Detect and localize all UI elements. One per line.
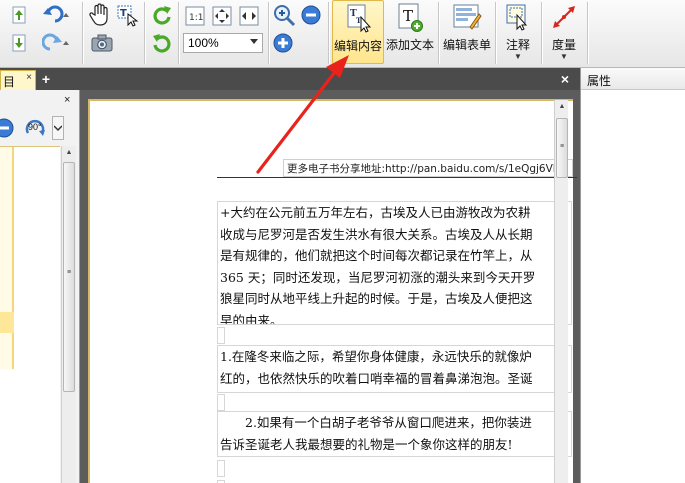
scroll-up-icon[interactable]: ▲	[62, 146, 76, 160]
add-text-button[interactable]: T 添加文本	[385, 0, 435, 64]
properties-title: 属性	[581, 68, 685, 90]
rotate-page-icon[interactable]: 90°	[22, 115, 48, 141]
navigation-panel: × 90° ▲ ≡	[0, 90, 80, 483]
fit-page-icon[interactable]	[210, 4, 234, 28]
toolbar-separator	[328, 2, 329, 64]
edit-content-button[interactable]: TT 编辑内容	[332, 0, 384, 64]
close-icon[interactable]: ×	[26, 72, 32, 83]
text-line: 是有规律的，他们就把这个时间每次都记录在竹竿上，从	[220, 248, 533, 263]
thumbnail-list	[0, 146, 60, 483]
toolbar-separator	[587, 2, 588, 64]
edit-form-button[interactable]: 编辑表单	[441, 0, 493, 64]
document-viewport: 更多电子书分享地址:http://pan.baidu.com/s/1eQgj6V…	[80, 90, 580, 483]
scroll-grip-icon: ≡	[66, 269, 72, 276]
edit-form-icon	[452, 2, 482, 32]
close-document-icon[interactable]: ×	[557, 70, 573, 88]
edit-form-label: 编辑表单	[442, 38, 491, 52]
text-line: 早的由来。	[220, 312, 283, 325]
text-line: 红的，也依然快乐的吹着口哨幸福的冒着鼻涕泡泡。圣诞	[220, 370, 533, 386]
toolbar-separator	[438, 2, 439, 64]
undo-icon[interactable]	[42, 4, 72, 26]
rotate-angle-label: 90°	[28, 122, 42, 132]
select-text-tool-icon[interactable]: T	[114, 2, 140, 28]
zoom-level-select[interactable]: 100%	[183, 33, 263, 53]
toolbar-separator	[82, 2, 83, 64]
scroll-up-icon[interactable]: ▲	[555, 100, 569, 114]
add-tab-icon[interactable]: +	[39, 71, 53, 87]
toolbar-separator	[495, 2, 496, 64]
measure-dropdown-button[interactable]: 度量 ▼	[544, 0, 584, 64]
annotate-label: 注释	[505, 38, 530, 52]
zoom-out-icon[interactable]	[0, 116, 16, 140]
text-line: 365 天；同时还发现，当尼罗河初涨的潮头来到今天开罗	[220, 269, 536, 285]
toolbar-separator	[144, 2, 145, 64]
zoom-tool-icon[interactable]	[271, 2, 297, 28]
chevron-down-icon: ▼	[514, 52, 522, 61]
toolbar-separator	[178, 2, 179, 64]
text-line: 收成与尼罗河是否发生洪水有很大关系。古埃及人从长期	[220, 226, 533, 242]
tab-label: 目	[3, 75, 16, 89]
text-block[interactable]: 2.如果有一个白胡子老爷爷从窗口爬进来，把你装进 告诉圣诞老人我最想要的礼物是一…	[217, 411, 572, 457]
panel-options-dropdown[interactable]	[52, 116, 64, 140]
actual-size-icon[interactable]: 1:1	[183, 4, 207, 28]
rotate-counterclockwise-icon[interactable]	[150, 31, 174, 55]
annotation-icon	[504, 2, 532, 32]
scroll-grip-icon: ≡	[559, 143, 565, 150]
snapshot-camera-icon[interactable]	[90, 32, 114, 54]
document-tab-strip: 目 × + ×	[0, 68, 580, 90]
empty-text-block[interactable]	[217, 460, 225, 477]
page-down-icon[interactable]	[8, 32, 30, 54]
toolbar-separator	[268, 2, 269, 64]
header-text-box[interactable]: 更多电子书分享地址:http://pan.baidu.com/s/1eQgj6V…	[283, 159, 573, 177]
text-line: 2.如果有一个白胡子老爷爷从窗口爬进来，把你装进	[220, 415, 532, 430]
empty-text-block[interactable]	[217, 394, 225, 411]
rotate-clockwise-icon[interactable]	[150, 3, 174, 27]
add-text-label: 添加文本	[385, 38, 434, 52]
svg-text:T: T	[120, 8, 127, 19]
svg-text:T: T	[403, 7, 413, 25]
add-text-icon: T	[396, 2, 424, 32]
text-line: 1.在隆冬来临之际，希望你身体健康，永远快乐的就像炉	[220, 349, 532, 364]
edit-content-label: 编辑内容	[333, 39, 382, 53]
measure-label: 度量	[551, 38, 576, 52]
zoom-out-icon[interactable]	[299, 3, 323, 27]
text-block[interactable]: 1.在隆冬来临之际，希望你身体健康，永远快乐的就像炉 红的，也依然快乐的吹着口哨…	[217, 345, 572, 393]
empty-text-block[interactable]	[217, 327, 225, 344]
chevron-down-icon	[250, 39, 258, 44]
current-page-marker	[0, 312, 14, 333]
toolbar-separator	[541, 2, 542, 64]
redo-icon[interactable]	[42, 32, 72, 54]
text-line: 狼星同时从地平线上升起的时候。于是，古埃及人便把这	[220, 291, 533, 306]
header-rule	[217, 177, 577, 178]
zoom-in-icon[interactable]	[271, 31, 295, 55]
edit-content-icon: TT	[345, 3, 373, 33]
panel-close-icon[interactable]: ×	[64, 94, 70, 106]
annotate-dropdown-button[interactable]: 注释 ▼	[498, 0, 538, 64]
text-line: +大约在公元前五万年左右，古埃及人已由游牧改为农耕	[220, 205, 531, 220]
hand-tool-icon[interactable]	[88, 2, 112, 28]
tab-panel[interactable]: 目 ×	[0, 70, 36, 90]
pdf-page: 更多电子书分享地址:http://pan.baidu.com/s/1eQgj6V…	[88, 99, 577, 483]
page-up-icon[interactable]	[8, 4, 30, 26]
properties-panel: 属性	[580, 68, 685, 483]
selected-page-thumbnail[interactable]	[0, 147, 14, 369]
panel-toolbar: 90°	[0, 114, 80, 142]
svg-text:1:1: 1:1	[189, 13, 203, 23]
zoom-level-value: 100%	[188, 36, 219, 50]
measure-ruler-icon	[550, 2, 578, 32]
chevron-down-icon: ▼	[560, 52, 568, 61]
panel-scrollbar[interactable]: ▲ ≡	[61, 146, 76, 483]
text-line: 告诉圣诞老人我最想要的礼物是一个象你这样的朋友!	[220, 436, 513, 452]
text-block[interactable]: +大约在公元前五万年左右，古埃及人已由游牧改为农耕 收成与尼罗河是否发生洪水有很…	[217, 201, 572, 325]
fit-width-icon[interactable]	[237, 4, 261, 28]
document-scrollbar[interactable]: ▲ ≡	[554, 100, 568, 483]
main-toolbar: T 1:1 100% TT 编辑内容 T 添加文本 编辑表单 注释 ▼ 度量 ▼	[0, 0, 685, 68]
